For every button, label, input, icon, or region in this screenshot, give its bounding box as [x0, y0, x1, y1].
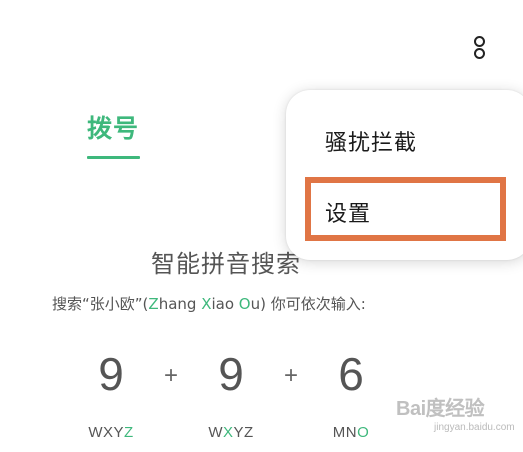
key-letters-highlight: Z [124, 424, 134, 441]
key-letters-highlight: O [357, 424, 370, 441]
tab-dial[interactable]: 拨号 [87, 105, 141, 161]
key-letters: MNO [311, 424, 391, 441]
tab-active-indicator [87, 156, 140, 159]
hint-o: O [238, 295, 251, 313]
key-digit: 9 [98, 348, 124, 400]
more-icon-dot-bottom [474, 48, 485, 59]
hint-hang: hang [158, 295, 202, 313]
hint-iao: iao [211, 295, 239, 313]
baidu-jingyan-watermark: Bai度经验 jingyan.baidu.com [396, 392, 518, 442]
key-letters: WXYZ [71, 424, 151, 441]
menu-item-label: 骚扰拦截 [325, 131, 418, 156]
key-letters-highlight: X [222, 424, 234, 441]
smart-search-hint: 搜索“张小欧”(Zhang Xiao Ou) 你可依次输入: [52, 293, 366, 314]
plus-sign: + [284, 362, 299, 389]
more-icon-dot-top [474, 36, 485, 47]
key-letters: WXYZ [191, 424, 271, 441]
hint-z: Z [148, 295, 159, 313]
hint-x: X [201, 295, 212, 313]
dial-key-6: 6 MNO [311, 350, 391, 441]
tab-dial-label: 拨号 [87, 114, 140, 143]
key-letters-plain: WXY [88, 424, 124, 441]
key-letters-plain: MN [332, 424, 358, 441]
plus-sign: + [164, 362, 179, 389]
settings-highlight-box [305, 177, 506, 241]
dial-key-9-first: 9 WXYZ [71, 350, 151, 441]
dial-key-9-second: 9 WXYZ [191, 350, 271, 441]
key-digit: 9 [218, 348, 244, 400]
key-letters-plain: W [208, 424, 223, 441]
more-vertical-icon[interactable] [470, 36, 488, 64]
menu-item-harassment-block[interactable]: 骚扰拦截 [286, 108, 523, 168]
key-letters-after: YZ [233, 424, 254, 441]
key-digit: 6 [338, 348, 364, 400]
watermark-url: jingyan.baidu.com [434, 422, 515, 433]
watermark-logo: Bai度经验 [396, 398, 485, 420]
hint-prefix: 搜索“张小欧”( [52, 295, 149, 313]
hint-suffix: u) 你可依次输入: [250, 295, 366, 313]
